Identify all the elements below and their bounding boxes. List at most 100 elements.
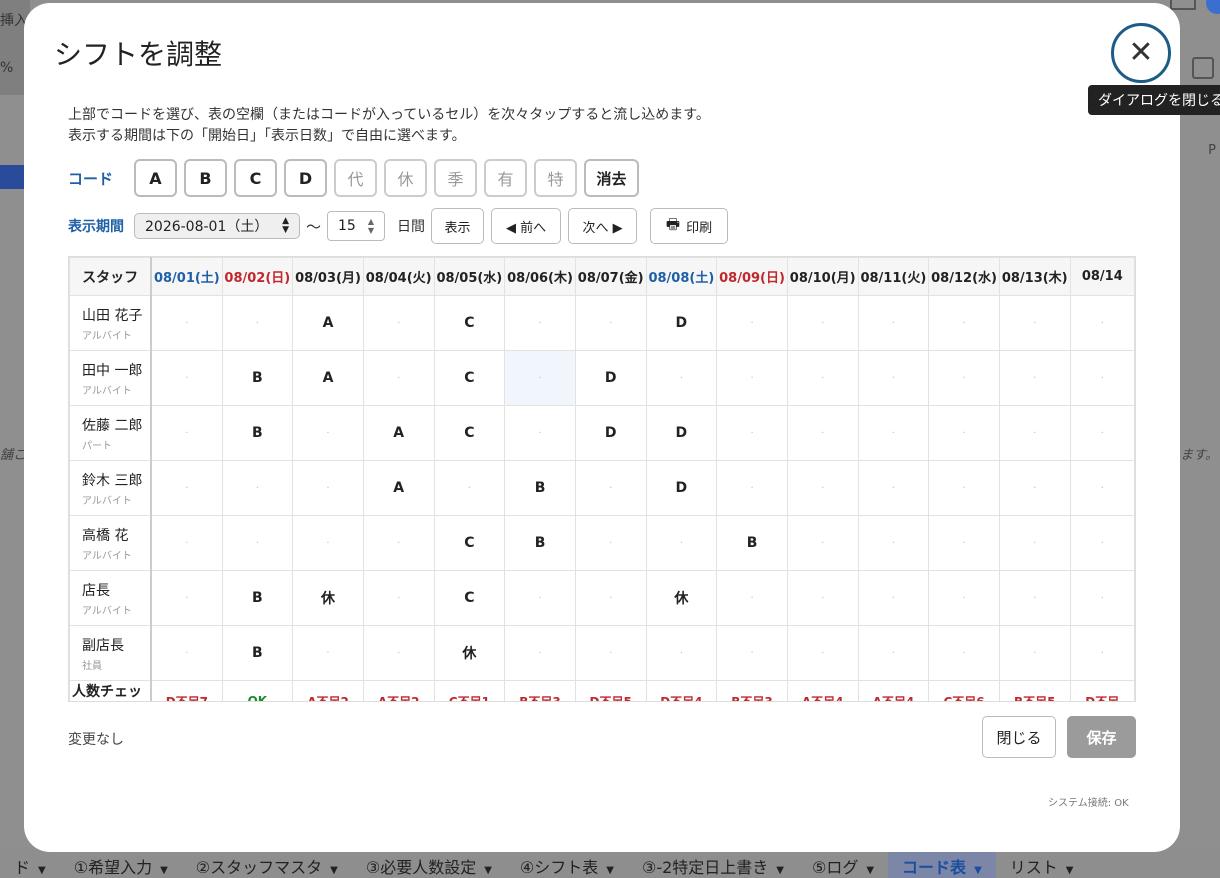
next-button[interactable]: 次へ ▶ <box>568 208 638 244</box>
shift-cell[interactable]: · <box>928 350 1000 406</box>
sheet-tab[interactable]: ④シフト表 ▼ <box>506 850 628 878</box>
shift-cell[interactable]: · <box>928 295 1000 351</box>
code-button[interactable]: 代 <box>334 159 377 197</box>
sheet-tab[interactable]: ①希望入力 ▼ <box>60 850 182 878</box>
shift-cell[interactable]: C <box>433 570 506 626</box>
shift-cell[interactable]: · <box>857 295 930 351</box>
shift-cell[interactable]: C <box>433 405 506 461</box>
shift-cell[interactable]: · <box>928 460 1000 516</box>
shift-cell[interactable]: · <box>1069 570 1135 626</box>
shift-cell[interactable]: · <box>857 350 930 406</box>
dialog-close-button[interactable]: ✕ <box>1111 23 1171 83</box>
shift-cell[interactable]: · <box>221 460 294 516</box>
shift-cell[interactable]: D <box>645 460 718 516</box>
shift-cell[interactable]: · <box>645 350 718 406</box>
shift-cell[interactable]: · <box>150 625 223 681</box>
shift-cell[interactable]: · <box>292 515 364 571</box>
shift-cell[interactable]: · <box>150 515 223 571</box>
shift-cell[interactable]: · <box>221 295 294 351</box>
shift-cell[interactable]: · <box>1069 295 1135 351</box>
save-button[interactable]: 保存 <box>1067 716 1136 758</box>
shift-cell[interactable]: · <box>292 460 364 516</box>
shift-table-container[interactable]: スタッフ 08/01(土) 08/02(日) 08/03(月) 08/04(火) 08/… <box>68 256 1136 702</box>
close-button[interactable]: 閉じる <box>982 716 1056 758</box>
shift-cell[interactable]: · <box>857 515 930 571</box>
sheet-tab[interactable]: ド ▼ <box>0 850 60 878</box>
shift-cell[interactable]: 休 <box>433 625 506 681</box>
days-input[interactable]: 15 ▲ ▼ <box>327 211 386 241</box>
shift-cell[interactable]: · <box>998 295 1071 351</box>
shift-cell[interactable]: · <box>292 405 364 461</box>
shift-cell[interactable]: · <box>362 515 435 571</box>
code-button[interactable]: D <box>284 159 327 197</box>
shift-cell[interactable]: · <box>292 625 364 681</box>
shift-cell[interactable]: · <box>574 625 647 681</box>
shift-cell[interactable]: · <box>645 515 718 571</box>
shift-cell[interactable]: · <box>645 625 718 681</box>
shift-cell[interactable]: · <box>998 350 1071 406</box>
shift-cell[interactable]: · <box>928 405 1000 461</box>
shift-cell[interactable]: D <box>574 350 647 406</box>
shift-cell[interactable]: B <box>716 515 788 571</box>
sheet-tab[interactable]: ③-2特定日上書き ▼ <box>628 850 798 878</box>
shift-cell[interactable]: · <box>504 625 576 681</box>
sheet-tab[interactable]: ⑤ログ ▼ <box>798 850 888 878</box>
shift-cell[interactable]: · <box>362 625 435 681</box>
shift-cell[interactable]: · <box>716 460 788 516</box>
shift-cell[interactable]: · <box>857 625 930 681</box>
sheet-tab[interactable]: コード表 ▼ <box>888 850 996 878</box>
shift-cell[interactable]: · <box>362 295 435 351</box>
shift-cell[interactable]: · <box>998 515 1071 571</box>
shift-cell[interactable]: · <box>574 515 647 571</box>
shift-cell[interactable]: · <box>998 570 1071 626</box>
shift-cell[interactable]: D <box>645 405 718 461</box>
shift-cell[interactable]: A <box>362 405 435 461</box>
shift-cell[interactable]: · <box>857 570 930 626</box>
shift-cell[interactable]: · <box>150 405 223 461</box>
shift-cell[interactable]: · <box>1069 350 1135 406</box>
shift-cell[interactable]: · <box>716 350 788 406</box>
shift-cell[interactable]: · <box>786 405 859 461</box>
shift-cell[interactable]: · <box>786 515 859 571</box>
shift-cell[interactable]: B <box>504 515 576 571</box>
shift-cell[interactable]: · <box>1069 460 1135 516</box>
shift-cell[interactable]: · <box>998 625 1071 681</box>
shift-cell[interactable]: · <box>998 460 1071 516</box>
shift-cell[interactable]: A <box>292 350 364 406</box>
shift-cell[interactable]: B <box>221 405 294 461</box>
shift-cell[interactable]: · <box>150 295 223 351</box>
shift-cell[interactable]: C <box>433 515 506 571</box>
clear-code-button[interactable]: 消去 <box>584 159 639 197</box>
shift-cell[interactable]: B <box>221 570 294 626</box>
shift-cell[interactable]: · <box>504 295 576 351</box>
shift-cell[interactable]: · <box>857 405 930 461</box>
shift-cell[interactable]: C <box>433 295 506 351</box>
shift-cell[interactable]: · <box>998 405 1071 461</box>
shift-cell[interactable]: A <box>292 295 364 351</box>
shift-cell[interactable]: · <box>857 460 930 516</box>
code-button[interactable]: A <box>134 159 177 197</box>
show-button[interactable]: 表示 <box>431 208 485 244</box>
shift-cell[interactable]: · <box>928 625 1000 681</box>
sheet-tab[interactable]: ②スタッフマスタ ▼ <box>182 850 352 878</box>
shift-cell[interactable]: · <box>786 460 859 516</box>
sheet-tab[interactable]: リスト ▼ <box>996 850 1088 878</box>
shift-cell[interactable]: · <box>716 570 788 626</box>
shift-cell[interactable]: · <box>574 460 647 516</box>
code-button[interactable]: 有 <box>484 159 527 197</box>
shift-cell[interactable]: · <box>221 515 294 571</box>
shift-cell[interactable]: · <box>504 570 576 626</box>
shift-cell[interactable]: · <box>150 460 223 516</box>
prev-button[interactable]: ◀ 前へ <box>491 208 562 244</box>
shift-cell[interactable]: · <box>433 460 506 516</box>
code-button[interactable]: 特 <box>534 159 577 197</box>
shift-cell[interactable]: D <box>574 405 647 461</box>
shift-cell[interactable]: · <box>574 570 647 626</box>
shift-cell[interactable]: · <box>786 625 859 681</box>
code-button[interactable]: B <box>184 159 227 197</box>
shift-cell[interactable]: · <box>362 350 435 406</box>
shift-cell[interactable]: D <box>645 295 718 351</box>
shift-cell[interactable]: · <box>928 570 1000 626</box>
shift-cell[interactable]: · <box>716 295 788 351</box>
shift-cell[interactable]: · <box>1069 625 1135 681</box>
